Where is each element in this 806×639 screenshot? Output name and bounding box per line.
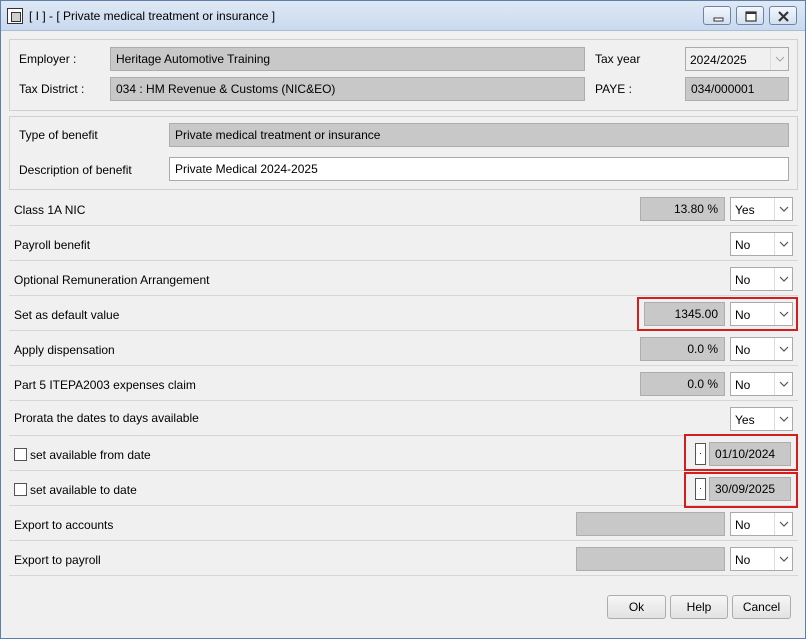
tax-district-field: 034 : HM Revenue & Customs (NIC&EO) (110, 77, 585, 101)
payroll-benefit-label: Payroll benefit (14, 238, 91, 252)
tax-year-value: 2024/2025 (690, 53, 747, 67)
row-payroll-benefit: Payroll benefit No (9, 227, 798, 261)
row-export-payroll: Export to payroll No (9, 542, 798, 576)
default-value-select[interactable]: No (730, 302, 793, 326)
ora-label: Optional Remuneration Arrangement (14, 273, 210, 287)
export-payroll-label: Export to payroll (14, 553, 101, 567)
title-bar[interactable]: [ I ] - [ Private medical treatment or i… (1, 1, 805, 31)
close-icon (778, 11, 789, 22)
part5-field: 0.0 % (640, 372, 725, 396)
available-from-label: set available from date (30, 448, 151, 462)
type-of-benefit-field: Private medical treatment or insurance (169, 123, 789, 147)
chevron-down-icon (774, 408, 792, 430)
row-available-to: set available to date · 30/09/2025 (9, 472, 798, 508)
dispensation-label: Apply dispensation (14, 343, 115, 357)
chevron-down-icon (774, 548, 792, 570)
row-prorata: Prorata the dates to days available Yes (9, 402, 798, 436)
maximize-icon (745, 11, 757, 22)
tax-year-label: Tax year (595, 52, 641, 66)
export-accounts-field (576, 512, 725, 536)
available-from-checkbox[interactable] (14, 448, 27, 461)
payroll-benefit-select-value: No (735, 238, 751, 252)
chevron-down-icon (774, 268, 792, 290)
minimize-button[interactable] (703, 6, 731, 25)
class1a-rate-field: 13.80 % (640, 197, 725, 221)
dispensation-select[interactable]: No (730, 337, 793, 361)
part5-select[interactable]: No (730, 372, 793, 396)
class1a-select-value: Yes (735, 203, 755, 217)
export-payroll-select-value: No (735, 553, 751, 567)
export-payroll-select[interactable]: No (730, 547, 793, 571)
tax-district-label: Tax District : (19, 82, 85, 96)
class1a-label: Class 1A NIC (14, 203, 86, 217)
maximize-button[interactable] (736, 6, 764, 25)
minimize-icon (713, 17, 724, 22)
default-value-label: Set as default value (14, 308, 120, 322)
export-accounts-label: Export to accounts (14, 518, 114, 532)
row-dispensation: Apply dispensation 0.0 % No (9, 332, 798, 366)
app-window-icon (7, 8, 23, 24)
available-from-date[interactable]: 01/10/2024 (709, 442, 791, 466)
part5-label: Part 5 ITEPA2003 expenses claim (14, 378, 196, 392)
paye-label: PAYE : (595, 82, 632, 96)
ora-select[interactable]: No (730, 267, 793, 291)
default-value-field[interactable]: 1345.00 (644, 302, 725, 326)
prorata-select[interactable]: Yes (730, 407, 793, 431)
row-default-value: Set as default value 1345.00 No (9, 297, 798, 331)
export-accounts-select[interactable]: No (730, 512, 793, 536)
close-button[interactable] (769, 6, 797, 25)
window-title: [ I ] - [ Private medical treatment or i… (29, 9, 276, 23)
chevron-down-icon (774, 373, 792, 395)
paye-field: 034/000001 (685, 77, 789, 101)
chevron-down-icon (774, 303, 792, 325)
employer-field: Heritage Automotive Training (110, 47, 585, 71)
chevron-down-icon (774, 513, 792, 535)
export-payroll-field (576, 547, 725, 571)
row-ora: Optional Remuneration Arrangement No (9, 262, 798, 296)
employer-section: Employer : Heritage Automotive Training … (9, 39, 798, 111)
row-available-from: set available from date · 01/10/2024 (9, 434, 798, 471)
dialog-window: [ I ] - [ Private medical treatment or i… (0, 0, 806, 639)
available-to-label: set available to date (30, 483, 137, 497)
description-input[interactable]: Private Medical 2024-2025 (169, 157, 789, 181)
employer-label: Employer : (19, 52, 77, 66)
date-picker-button[interactable]: · (695, 478, 706, 500)
default-value-select-value: No (735, 308, 751, 322)
available-to-date[interactable]: 30/09/2025 (709, 477, 791, 501)
ora-select-value: No (735, 273, 751, 287)
part5-select-value: No (735, 378, 751, 392)
type-of-benefit-label: Type of benefit (19, 128, 98, 142)
class1a-select[interactable]: Yes (730, 197, 793, 221)
chevron-down-icon (774, 198, 792, 220)
row-export-accounts: Export to accounts No (9, 507, 798, 541)
prorata-select-value: Yes (735, 413, 755, 427)
prorata-label: Prorata the dates to days available (14, 411, 199, 425)
tax-year-select[interactable]: 2024/2025 (685, 47, 789, 71)
cancel-button[interactable]: Cancel (732, 595, 791, 619)
chevron-down-icon (774, 233, 792, 255)
dispensation-field: 0.0 % (640, 337, 725, 361)
description-label: Description of benefit (19, 163, 132, 177)
payroll-benefit-select[interactable]: No (730, 232, 793, 256)
chevron-down-icon (770, 48, 788, 70)
export-accounts-select-value: No (735, 518, 751, 532)
benefit-section: Type of benefit Private medical treatmen… (9, 116, 798, 190)
chevron-down-icon (774, 338, 792, 360)
available-to-checkbox[interactable] (14, 483, 27, 496)
row-part5: Part 5 ITEPA2003 expenses claim 0.0 % No (9, 367, 798, 401)
date-picker-button[interactable]: · (695, 443, 706, 465)
row-class1a-nic: Class 1A NIC 13.80 % Yes (9, 192, 798, 226)
ok-button[interactable]: Ok (607, 595, 666, 619)
help-button[interactable]: Help (670, 595, 728, 619)
dispensation-select-value: No (735, 343, 751, 357)
